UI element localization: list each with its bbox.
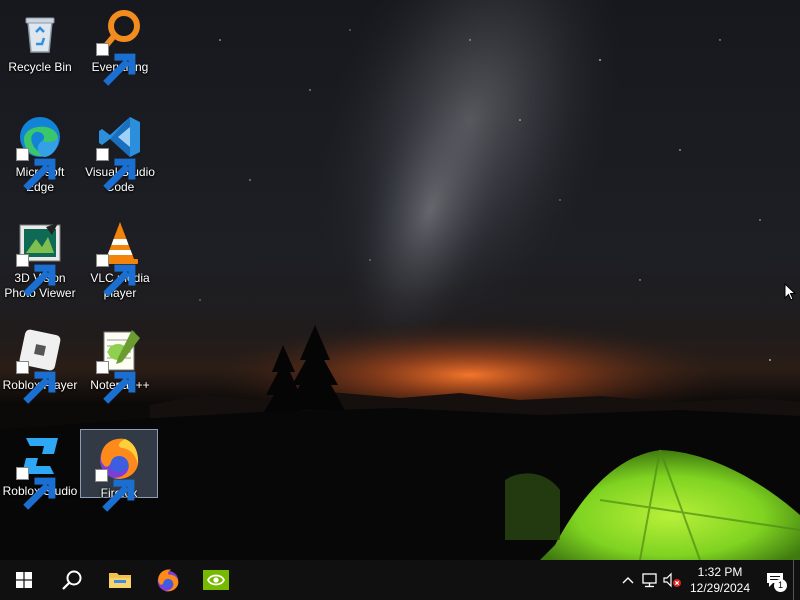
desktop-icon-microsoft-edge[interactable]: Microsoft Edge bbox=[1, 109, 79, 195]
shortcut-arrow-icon bbox=[16, 361, 56, 404]
start-button[interactable] bbox=[0, 560, 48, 600]
shortcut-arrow-icon bbox=[96, 361, 136, 404]
taskbar: 1:32 PM 12/29/2024 1 bbox=[0, 560, 800, 600]
desktop-icon-recycle-bin[interactable]: Recycle Bin bbox=[1, 4, 79, 75]
desktop-icon-notepad-plus-plus[interactable]: Notepad++ bbox=[81, 322, 159, 404]
shortcut-arrow-icon bbox=[95, 469, 135, 512]
taskbar-clock[interactable]: 1:32 PM 12/29/2024 bbox=[683, 564, 757, 596]
shortcut-arrow-icon bbox=[16, 467, 56, 510]
notification-count-badge: 1 bbox=[774, 579, 787, 592]
shortcut-arrow-icon bbox=[16, 254, 56, 297]
desktop-icon-3d-vision-photo-viewer[interactable]: 3D Vision Photo Viewer bbox=[1, 215, 79, 301]
shortcut-arrow-icon bbox=[96, 254, 136, 297]
clock-date: 12/29/2024 bbox=[689, 581, 751, 595]
show-hidden-icons-button[interactable] bbox=[617, 560, 639, 600]
firefox-icon bbox=[157, 569, 179, 592]
desktop-icon-roblox-studio[interactable]: Roblox Studio bbox=[1, 428, 79, 510]
desktop-icon-vlc-media-player[interactable]: VLC media player bbox=[81, 215, 159, 301]
clock-time: 1:32 PM bbox=[697, 565, 743, 579]
network-icon bbox=[642, 573, 657, 588]
shortcut-arrow-icon bbox=[96, 148, 136, 191]
windows-logo-icon bbox=[16, 572, 32, 588]
chevron-up-icon bbox=[622, 577, 634, 584]
folder-icon bbox=[109, 573, 131, 588]
desktop-icon-firefox[interactable]: Firefox bbox=[80, 429, 158, 512]
taskbar-search-button[interactable] bbox=[48, 560, 96, 600]
taskbar-file-explorer[interactable] bbox=[96, 560, 144, 600]
action-center-button[interactable]: 1 bbox=[757, 560, 793, 600]
network-tray-button[interactable] bbox=[639, 560, 661, 600]
taskbar-firefox[interactable] bbox=[144, 560, 192, 600]
desktop-icon-label: Recycle Bin bbox=[8, 60, 72, 74]
shortcut-arrow-icon bbox=[16, 148, 56, 191]
taskbar-nvidia[interactable] bbox=[192, 560, 240, 600]
system-tray: 1:32 PM 12/29/2024 1 bbox=[617, 560, 800, 600]
volume-muted-icon bbox=[663, 572, 681, 588]
desktop-icon-everything[interactable]: Everything bbox=[81, 4, 159, 86]
shortcut-arrow-icon bbox=[96, 43, 136, 86]
mouse-cursor-icon bbox=[784, 283, 797, 301]
desktop[interactable]: Recycle Bin Everything Microsoft Edge Vi… bbox=[0, 0, 800, 560]
show-desktop-button[interactable] bbox=[793, 560, 800, 600]
nvidia-icon bbox=[203, 570, 229, 590]
volume-tray-button[interactable] bbox=[661, 560, 683, 600]
desktop-icon-roblox-player[interactable]: Roblox Player bbox=[1, 322, 79, 404]
recycle-bin-icon bbox=[25, 17, 55, 53]
desktop-icon-visual-studio-code[interactable]: Visual Studio Code bbox=[81, 109, 159, 195]
search-icon bbox=[62, 570, 82, 590]
